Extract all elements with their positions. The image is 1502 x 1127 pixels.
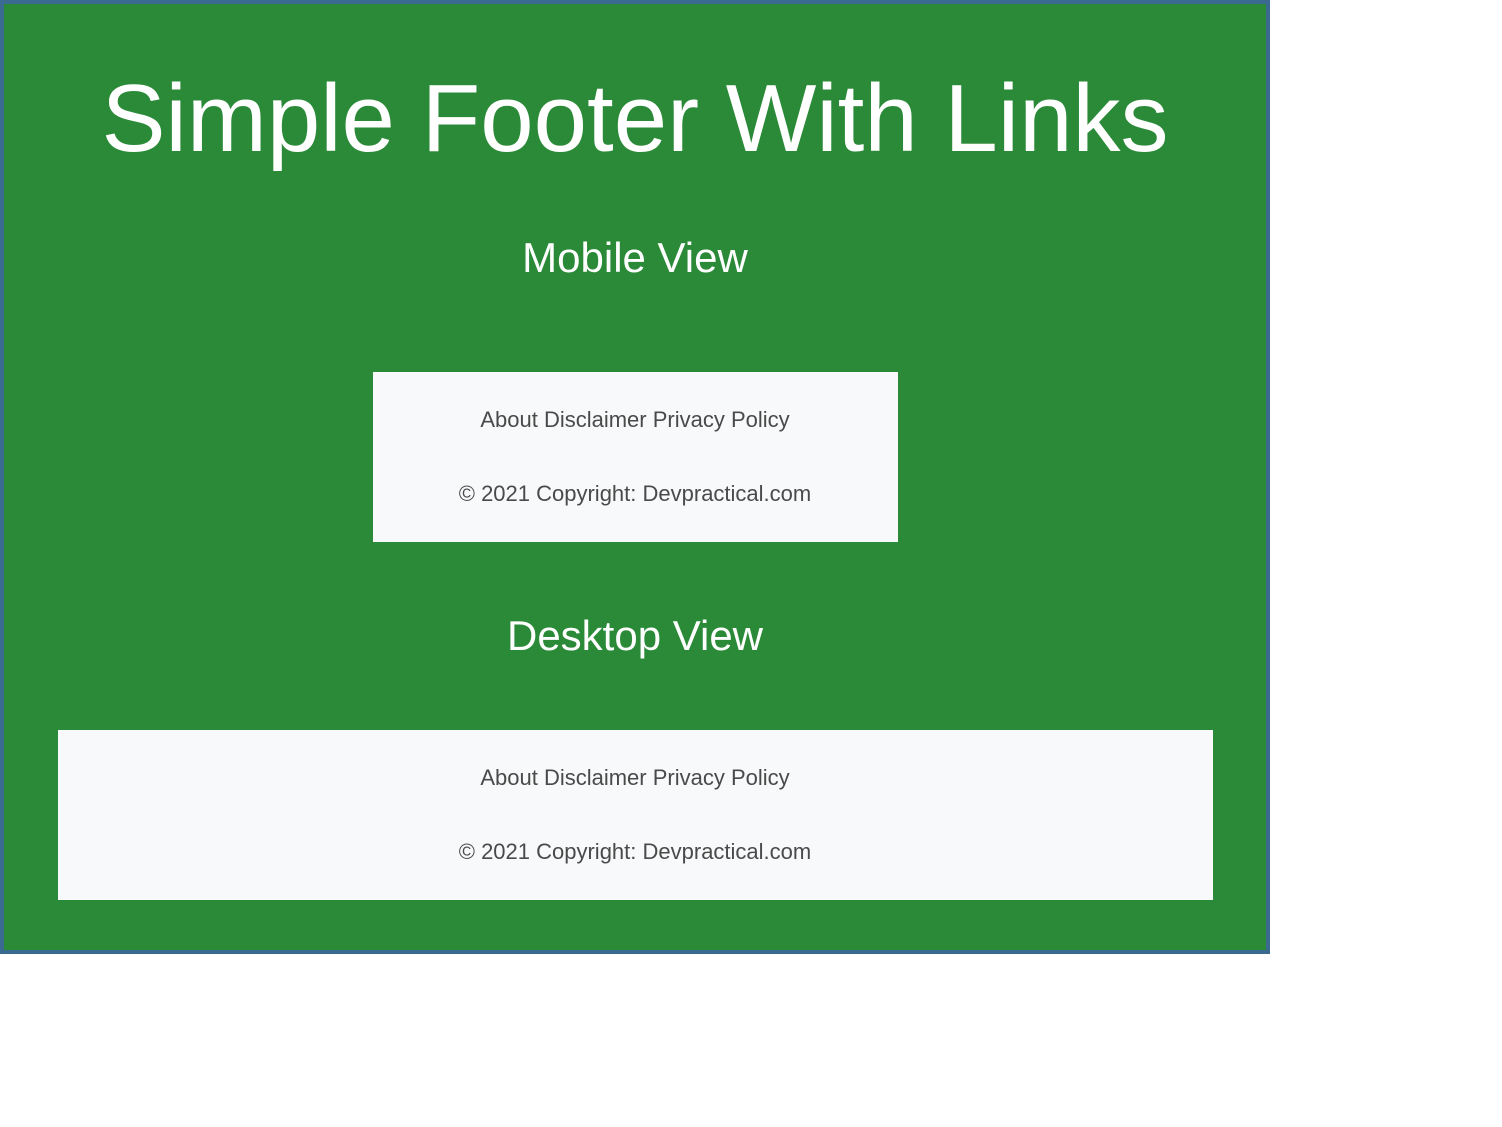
mobile-view-heading: Mobile View [522, 234, 748, 282]
mobile-privacy-link[interactable]: Privacy Policy [653, 407, 790, 432]
desktop-footer-card: About Disclaimer Privacy Policy © 2021 C… [58, 730, 1213, 900]
page-title: Simple Footer With Links [101, 64, 1168, 174]
desktop-footer-links: About Disclaimer Privacy Policy [480, 765, 789, 791]
mobile-about-link[interactable]: About [480, 407, 538, 432]
mobile-copyright-text: © 2021 Copyright: Devpractical.com [459, 481, 811, 507]
mobile-disclaimer-link[interactable]: Disclaimer [544, 407, 647, 432]
page-container: Simple Footer With Links Mobile View Abo… [0, 0, 1270, 954]
desktop-copyright-text: © 2021 Copyright: Devpractical.com [459, 839, 811, 865]
mobile-footer-card: About Disclaimer Privacy Policy © 2021 C… [373, 372, 898, 542]
mobile-footer-links: About Disclaimer Privacy Policy [480, 407, 789, 433]
desktop-about-link[interactable]: About [480, 765, 538, 790]
desktop-disclaimer-link[interactable]: Disclaimer [544, 765, 647, 790]
desktop-privacy-link[interactable]: Privacy Policy [653, 765, 790, 790]
desktop-view-heading: Desktop View [507, 612, 763, 660]
